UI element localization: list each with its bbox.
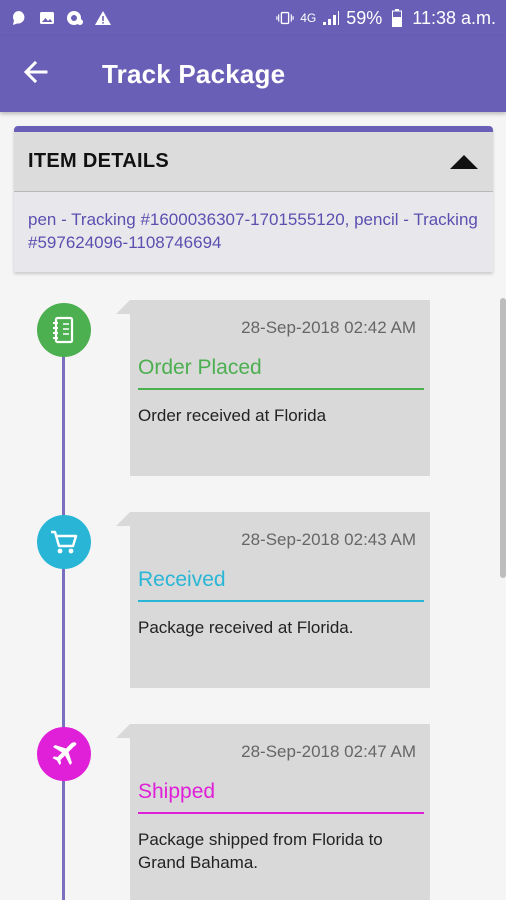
item-details-header[interactable]: ITEM DETAILS bbox=[14, 132, 493, 192]
notebook-icon bbox=[37, 303, 91, 357]
settings-icon bbox=[66, 9, 84, 27]
clock: 11:38 a.m. bbox=[412, 7, 496, 28]
item-details-text: pen - Tracking #1600036307-1701555120, p… bbox=[28, 210, 478, 252]
vibrate-icon bbox=[276, 9, 294, 27]
item-details-title: ITEM DETAILS bbox=[28, 150, 170, 172]
event-description: Order received at Florida bbox=[138, 406, 327, 425]
event-description: Package received at Florida. bbox=[138, 618, 354, 637]
notification-icons bbox=[10, 9, 112, 27]
warning-icon bbox=[94, 9, 112, 27]
network-type: 4G bbox=[300, 11, 317, 25]
event-time: 28-Sep-2018 02:42 AM bbox=[241, 318, 416, 337]
caret-up-icon[interactable] bbox=[449, 152, 479, 172]
event-card: 28-Sep-2018 02:47 AM Shipped Package shi… bbox=[116, 724, 430, 900]
chat-icon bbox=[10, 9, 28, 27]
timeline-line bbox=[62, 330, 65, 900]
page-title: Track Package bbox=[102, 58, 286, 89]
event-card: 28-Sep-2018 02:43 AM Received Package re… bbox=[116, 512, 430, 688]
status-bar: 4G 59% 11:38 a.m. bbox=[0, 0, 506, 36]
event-status: Order Placed bbox=[138, 356, 262, 379]
airplane-icon bbox=[37, 727, 91, 781]
image-icon bbox=[38, 9, 56, 27]
signal-icon bbox=[322, 9, 340, 27]
event-status: Received bbox=[138, 568, 226, 591]
app-bar: Track Package bbox=[0, 36, 506, 112]
event-status: Shipped bbox=[138, 780, 216, 803]
event-description: Package shipped from Florida to Grand Ba… bbox=[138, 830, 383, 872]
cart-icon bbox=[37, 515, 91, 569]
event-time: 28-Sep-2018 02:43 AM bbox=[241, 530, 416, 549]
back-button[interactable] bbox=[0, 36, 70, 112]
battery-icon bbox=[388, 9, 406, 27]
event-time: 28-Sep-2018 02:47 AM bbox=[241, 742, 416, 761]
status-indicators: 4G 59% 11:38 a.m. bbox=[276, 8, 496, 29]
event-card: 28-Sep-2018 02:42 AM Order Placed Order … bbox=[116, 300, 430, 476]
battery-percent: 59% bbox=[346, 7, 383, 28]
arrow-left-icon bbox=[22, 59, 48, 90]
item-details-card: ITEM DETAILS pen - Tracking #1600036307-… bbox=[14, 126, 493, 272]
scrollbar[interactable] bbox=[500, 298, 506, 578]
